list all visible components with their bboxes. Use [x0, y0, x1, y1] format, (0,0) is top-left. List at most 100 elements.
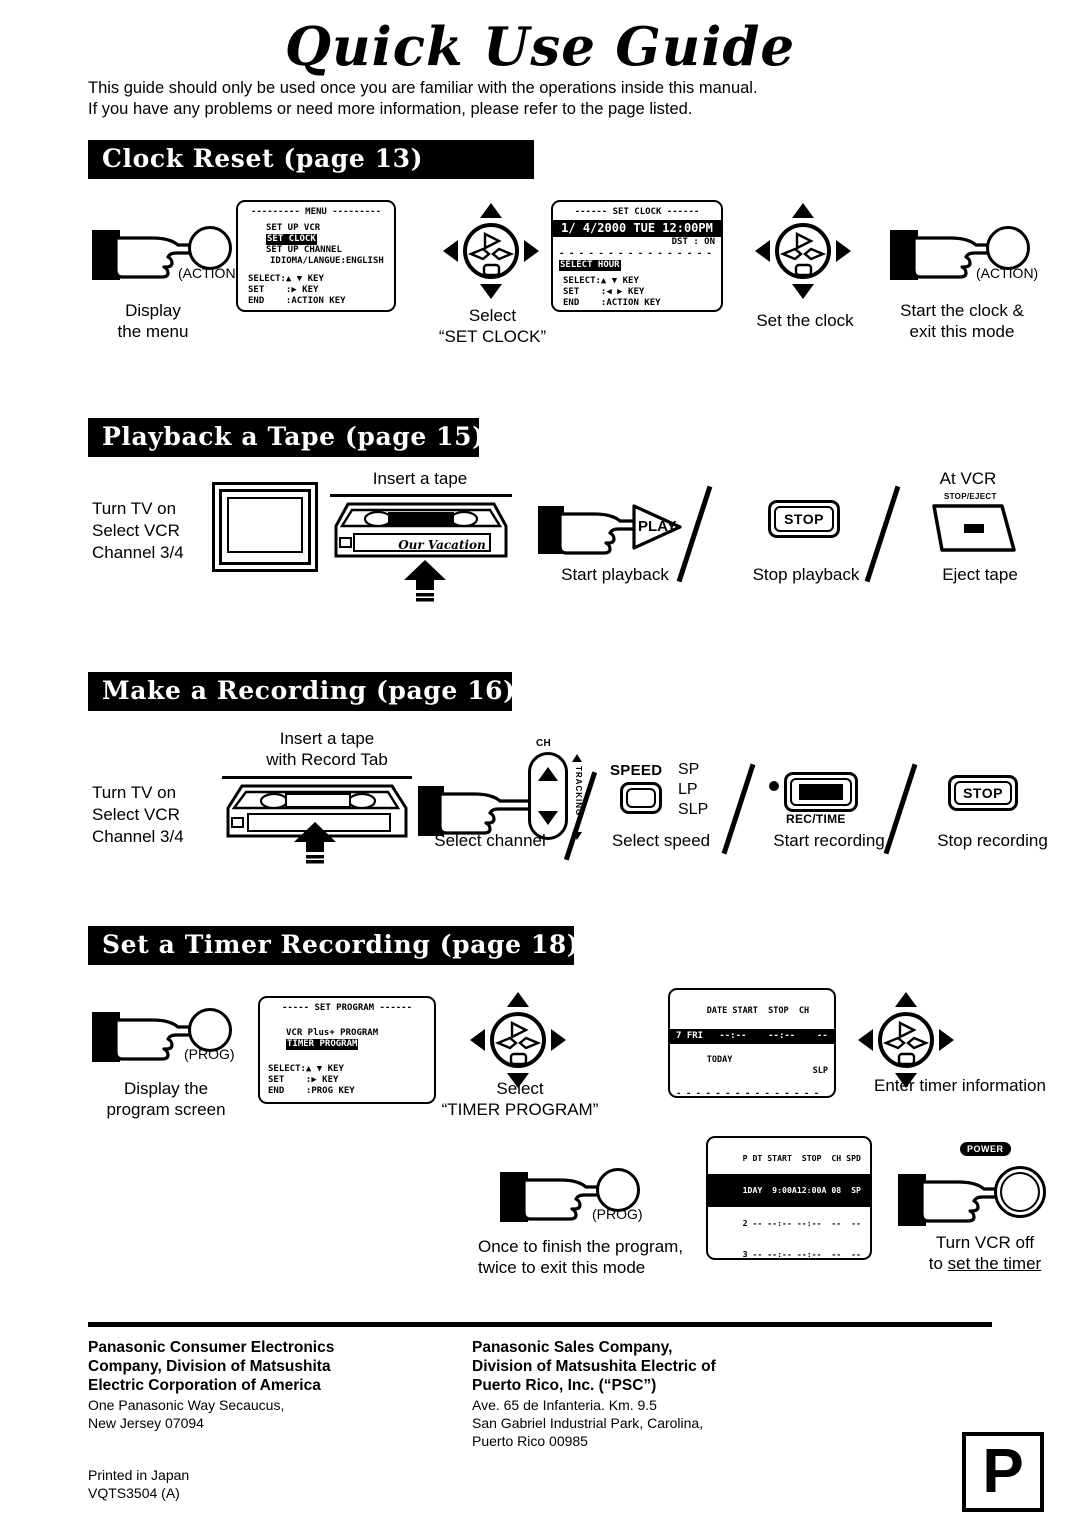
osd-set-clock-screen: ------ SET CLOCK ------ 1/ 4/2000 TUE 12… [551, 200, 723, 312]
osd-menu-screen: --------- MENU --------- SET UP VCR SET … [236, 200, 396, 312]
section-heading-recording: Make a Recording (page 16) [88, 672, 515, 711]
stop-eject-button[interactable]: STOP/EJECT [930, 492, 1020, 556]
section-heading-clock-reset: Clock Reset (page 13) [88, 140, 534, 179]
stop-eject-label: STOP/EJECT [944, 492, 997, 501]
osd-menu-key-2: END :ACTION KEY [248, 296, 346, 306]
caption-select-set-clock: Select “SET CLOCK” [438, 306, 547, 346]
caption-display-menu: Display the menu [117, 301, 189, 341]
osd-menu-key-1: SET :▶ KEY [248, 285, 319, 295]
osd-menu-item-2: SET UP CHANNEL [266, 245, 342, 255]
channel-rocker-button[interactable] [528, 752, 568, 840]
caption-start-playback: Start playback [561, 565, 669, 584]
stop-button-label: STOP [784, 511, 824, 527]
osd-clock-key-0: SELECT:▲ ▼ KEY [563, 276, 639, 286]
record-indicator-dot-icon [769, 781, 779, 791]
cursor-pad-select-timer-program[interactable] [470, 992, 566, 1088]
footer-right-company: Panasonic Sales Company, Division of Mat… [472, 1339, 716, 1394]
cursor-pad-glyphs-icon [779, 232, 827, 277]
caption-display-program-screen: Display the program screen [106, 1079, 226, 1119]
caption-stop-playback: Stop playback [752, 565, 860, 584]
intro-paragraph: This guide should only be used once you … [88, 78, 988, 120]
caption-select-channel: Select channel [434, 831, 546, 850]
osd-set-program-screen: ----- SET PROGRAM ------ VCR Plus+ PROGR… [258, 996, 436, 1104]
osd-list-row-2: 2 -- --:-- --:-- -- -- [742, 1217, 861, 1228]
tape-label-text: Our Vacation [398, 538, 486, 552]
panasonic-p-logo: P [962, 1432, 1044, 1512]
caption-select-timer-program: Select “TIMER PROGRAM” [441, 1079, 599, 1119]
action-button[interactable] [986, 226, 1030, 270]
osd-list-header-ch: CH [831, 1152, 842, 1163]
power-button[interactable] [994, 1166, 1046, 1218]
channel-label: CH [536, 738, 552, 749]
footer-left-address: One Panasonic Way Secaucus, New Jersey 0… [88, 1397, 285, 1431]
osd-list-row-1: 1DAY 9:00A12:00A 08 SP [708, 1173, 870, 1207]
prog-button-label-2: (PROG) [592, 1206, 643, 1222]
osd-list-headers: P DT START STOP CH SPD [713, 1142, 865, 1174]
osd-list-header-spd: SPD [846, 1152, 861, 1163]
section-heading-timer: Set a Timer Recording (page 18) [88, 926, 579, 965]
television-icon [212, 482, 318, 572]
osd-menu-item-1-highlighted: SET CLOCK [266, 234, 317, 245]
prog-button-label-1: (PROG) [184, 1046, 235, 1062]
stop-button-label: STOP [963, 785, 1003, 801]
osd-program-key-2: END :PROG KEY [268, 1086, 355, 1096]
osd-timer-header-date: DATE [706, 1006, 728, 1016]
osd-timer-headers: DATE START STOP CH [676, 995, 828, 1028]
osd-timer-row-highlight: 7 FRI --:-- --:-- -- [670, 1029, 834, 1044]
vhs-cassette-playback-icon: Our Vacation [330, 494, 512, 566]
osd-timer-entry-screen: DATE START STOP CH 7 FRI --:-- --:-- -- … [668, 988, 836, 1098]
osd-timer-header-start: START [732, 1006, 758, 1016]
speed-option-slp: SLP [678, 801, 709, 818]
cursor-pad-set-clock[interactable] [755, 203, 851, 299]
osd-list-row-3: 3 -- --:-- --:-- -- -- [742, 1249, 861, 1259]
play-button-label: PLAY [638, 518, 677, 535]
caption-eject-tape: Eject tape [942, 565, 1018, 584]
label-insert-tape-playback: Insert a tape [372, 469, 468, 488]
osd-clock-prompt: SELECT HOUR [559, 260, 621, 271]
cursor-pad-select-set-clock[interactable] [443, 203, 539, 299]
rec-time-label: REC/TIME [786, 812, 846, 826]
speed-label: SPEED [610, 762, 663, 779]
caption-enter-timer-information: Enter timer information [874, 1076, 1046, 1095]
osd-clock-dst: DST : ON [671, 237, 715, 247]
rec-time-button[interactable] [784, 772, 858, 812]
cursor-pad-glyphs-icon [494, 1021, 542, 1066]
footer-right-address: Ave. 65 de Infanteria. Km. 9.5 San Gabri… [472, 1397, 704, 1449]
osd-timer-header-stop: STOP [768, 1006, 789, 1016]
osd-list-header-stop: STOP [801, 1152, 822, 1163]
osd-timer-speed: SLP [812, 1066, 828, 1076]
caption-set-the-clock: Set the clock [756, 311, 854, 330]
footer-divider [88, 1322, 992, 1327]
caption-start-clock-exit: Start the clock & exit this mode [900, 301, 1024, 341]
speed-button[interactable] [620, 782, 662, 814]
cursor-pad-glyphs-icon [882, 1021, 930, 1066]
insert-direction-arrow-icon [290, 822, 340, 869]
play-button-press[interactable]: PLAY [538, 496, 688, 562]
page-title: Quick Use Guide [284, 16, 796, 78]
label-insert-tape-record: Insert a tape with Record Tab [266, 729, 388, 769]
action-button-label-2: (ACTION) [976, 265, 1039, 281]
osd-clock-key-1: SET :◀ ▶ KEY [563, 287, 645, 297]
osd-list-header-start: START [767, 1152, 792, 1163]
action-button-label-1: (ACTION) [178, 265, 241, 281]
footer-print-info: Printed in Japan VQTS3504 (A) [88, 1467, 190, 1501]
caption-prefix: to [928, 1254, 948, 1273]
osd-program-title: ----- SET PROGRAM ------ [281, 1003, 413, 1013]
manual-page: Quick Use Guide This guide should only b… [0, 0, 1080, 1528]
speed-option-lp: LP [678, 781, 698, 798]
power-button-label: POWER [960, 1142, 1011, 1156]
cursor-pad-enter-timer-info[interactable] [858, 992, 954, 1088]
osd-program-key-1: SET :▶ KEY [268, 1075, 339, 1085]
osd-program-list-screen: P DT START STOP CH SPD 1DAY 9:00A12:00A … [706, 1136, 872, 1260]
stop-button[interactable]: STOP [768, 500, 840, 538]
intro-line-1: This guide should only be used once you … [88, 79, 758, 97]
caption-playback-tv: Turn TV on Select VCR Channel 3/4 [92, 499, 184, 562]
cursor-pad-glyphs-icon [467, 232, 515, 277]
set-the-timer-link[interactable]: set the timer [948, 1254, 1042, 1273]
power-button-press[interactable] [898, 1160, 1058, 1234]
osd-program-item-1-highlighted: TIMER PROGRAM [286, 1039, 359, 1050]
intro-line-2: If you have any problems or need more in… [88, 100, 693, 118]
section-heading-playback: Playback a Tape (page 15) [88, 418, 484, 457]
stop-recording-button[interactable]: STOP [948, 775, 1018, 811]
action-button[interactable] [188, 226, 232, 270]
